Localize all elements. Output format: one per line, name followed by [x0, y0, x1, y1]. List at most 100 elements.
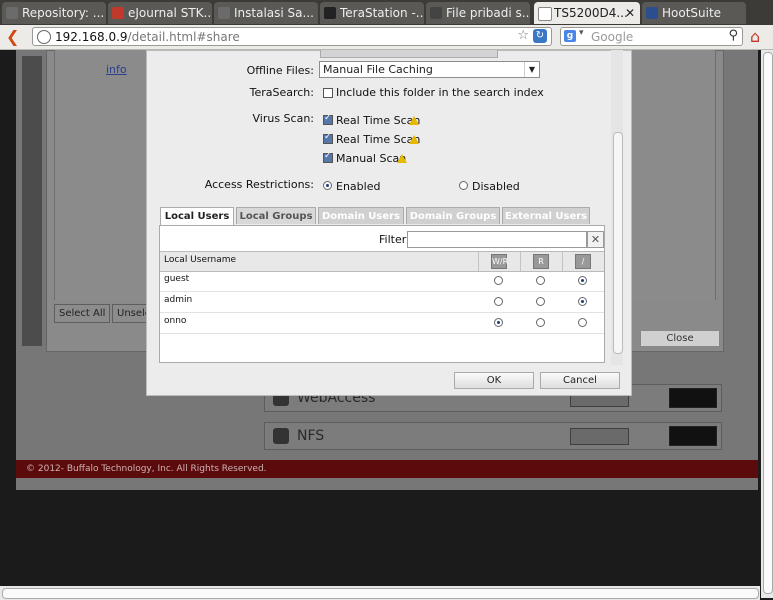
column-divider: [478, 252, 479, 271]
chevron-down-icon[interactable]: ▾: [579, 28, 584, 38]
horizontal-scrollbar[interactable]: [0, 586, 760, 600]
page-icon: [538, 7, 552, 21]
browser-tab-file-pribadi[interactable]: File pribadi s...: [426, 2, 530, 24]
reload-icon[interactable]: ↻: [533, 29, 547, 43]
access-enabled-radio[interactable]: [323, 181, 332, 190]
page-icon: [112, 7, 124, 19]
page-icon: [324, 7, 336, 19]
page-icon: [6, 7, 18, 19]
read-write-icon[interactable]: W/R: [491, 254, 508, 269]
home-icon[interactable]: ⌂: [750, 27, 760, 46]
cancel-button[interactable]: Cancel: [540, 372, 620, 389]
ok-button[interactable]: OK: [454, 372, 534, 389]
virus-scan-checkbox[interactable]: [323, 132, 333, 144]
google-icon: g: [564, 30, 576, 42]
no-access-icon[interactable]: /: [575, 254, 591, 269]
warning-icon: [397, 154, 407, 163]
virus-scan-checkbox[interactable]: [323, 113, 333, 125]
tab-local-users[interactable]: Local Users: [160, 207, 234, 226]
background-sidebar: [22, 56, 42, 346]
no-access-radio[interactable]: [578, 297, 587, 306]
horizontal-scrollbar-thumb[interactable]: [2, 588, 759, 599]
browser-toolbar: ❮ 192.168.0.9/detail.html#share ☆ ↻ g ▾ …: [0, 25, 773, 50]
bookmark-star-icon[interactable]: ☆: [517, 28, 529, 43]
column-divider: [562, 252, 563, 271]
browser-tab-repository[interactable]: Repository: ...: [2, 2, 106, 24]
page-icon: [646, 7, 658, 19]
table-row: onno: [160, 313, 604, 334]
clear-filter-icon[interactable]: ✕: [587, 231, 604, 248]
window-scrollbar[interactable]: [761, 50, 773, 598]
read-write-radio[interactable]: [494, 318, 503, 327]
browser-tab-hootsuite[interactable]: HootSuite: [642, 2, 746, 24]
nfs-label: NFS: [297, 428, 325, 444]
search-placeholder: Google: [591, 30, 634, 44]
access-enabled-label: Enabled: [336, 180, 381, 193]
terasearch-label: TeraSearch:: [249, 86, 314, 99]
back-arrow-icon[interactable]: ❮: [6, 27, 19, 46]
close-button[interactable]: Close: [640, 330, 720, 347]
virus-scan-label: Virus Scan:: [252, 112, 314, 125]
access-restrictions-label: Access Restrictions:: [204, 178, 314, 191]
browser-tab-instalasi[interactable]: Instalasi Sa...: [214, 2, 318, 24]
access-disabled-radio[interactable]: [459, 181, 468, 190]
info-link[interactable]: info: [106, 63, 127, 76]
tab-external-users: External Users: [502, 207, 590, 224]
offline-files-select[interactable]: Manual File Caching ▼: [319, 61, 540, 78]
browser-tab-terastation[interactable]: TeraStation -...: [320, 2, 424, 24]
users-table-header: Local Username W/R R /: [160, 251, 604, 272]
tab-label: TeraStation -...: [340, 6, 424, 20]
search-field[interactable]: g ▾ Google ⚲: [560, 27, 743, 46]
window-scrollbar-thumb[interactable]: [763, 52, 773, 594]
select-all-button[interactable]: Select All: [54, 304, 111, 323]
tab-local-groups[interactable]: Local Groups: [236, 207, 316, 224]
page-icon: [430, 7, 442, 19]
table-row: admin: [160, 292, 604, 313]
virus-scan-checkbox[interactable]: [323, 151, 333, 163]
tab-domain-users: Domain Users: [318, 207, 404, 224]
tab-label: Repository: ...: [22, 6, 105, 20]
virus-scan-option: Real Time Scan: [336, 114, 421, 127]
tab-label: File pribadi s...: [446, 6, 530, 20]
truncated-field: [320, 50, 498, 58]
read-write-radio[interactable]: [494, 276, 503, 285]
user-type-tabs: Local Users Local Groups Domain Users Do…: [159, 207, 605, 226]
terasearch-checkbox[interactable]: [323, 88, 333, 98]
warning-icon: [409, 116, 419, 125]
no-access-radio[interactable]: [578, 276, 587, 285]
no-access-radio[interactable]: [578, 318, 587, 327]
tab-label: TS5200D4...: [554, 6, 628, 20]
tab-label: eJournal STK...: [128, 6, 212, 20]
chevron-down-icon: ▼: [524, 62, 539, 77]
username: guest: [164, 274, 190, 284]
virus-scan-option: Manual Scan: [336, 152, 407, 165]
close-tab-icon[interactable]: ✕: [625, 2, 635, 24]
read-only-radio[interactable]: [536, 297, 545, 306]
column-divider: [520, 252, 521, 271]
search-icon[interactable]: ⚲: [728, 28, 738, 43]
browser-tab-ts5200d4[interactable]: TS5200D4... ✕: [534, 2, 640, 24]
url-field[interactable]: 192.168.0.9/detail.html#share ☆ ↻: [32, 27, 552, 46]
read-only-icon[interactable]: R: [533, 254, 549, 269]
username: onno: [164, 316, 187, 326]
table-row: guest: [160, 271, 604, 292]
filter-label: Filter:: [379, 233, 410, 246]
username: admin: [164, 295, 193, 305]
url-text: 192.168.0.9/detail.html#share: [55, 30, 240, 44]
page-icon: [218, 7, 230, 19]
read-only-radio[interactable]: [536, 276, 545, 285]
page-content: info Select All Unsele Close WebAccess N…: [0, 50, 773, 600]
external-link-icon[interactable]: [669, 426, 717, 446]
read-write-radio[interactable]: [494, 297, 503, 306]
nfs-row: NFS: [264, 422, 722, 450]
dialog-scrollbar-thumb[interactable]: [613, 132, 623, 354]
external-link-icon[interactable]: [669, 388, 717, 408]
browser-tab-bar: Repository: ... eJournal STK... Instalas…: [0, 0, 773, 25]
dialog-scrollbar[interactable]: [611, 50, 623, 365]
nfs-toggle[interactable]: [570, 428, 629, 445]
filter-input[interactable]: [407, 231, 587, 248]
read-only-radio[interactable]: [536, 318, 545, 327]
column-local-username: Local Username: [164, 255, 237, 265]
offline-files-label: Offline Files:: [246, 64, 314, 77]
browser-tab-ejournal[interactable]: eJournal STK...: [108, 2, 212, 24]
